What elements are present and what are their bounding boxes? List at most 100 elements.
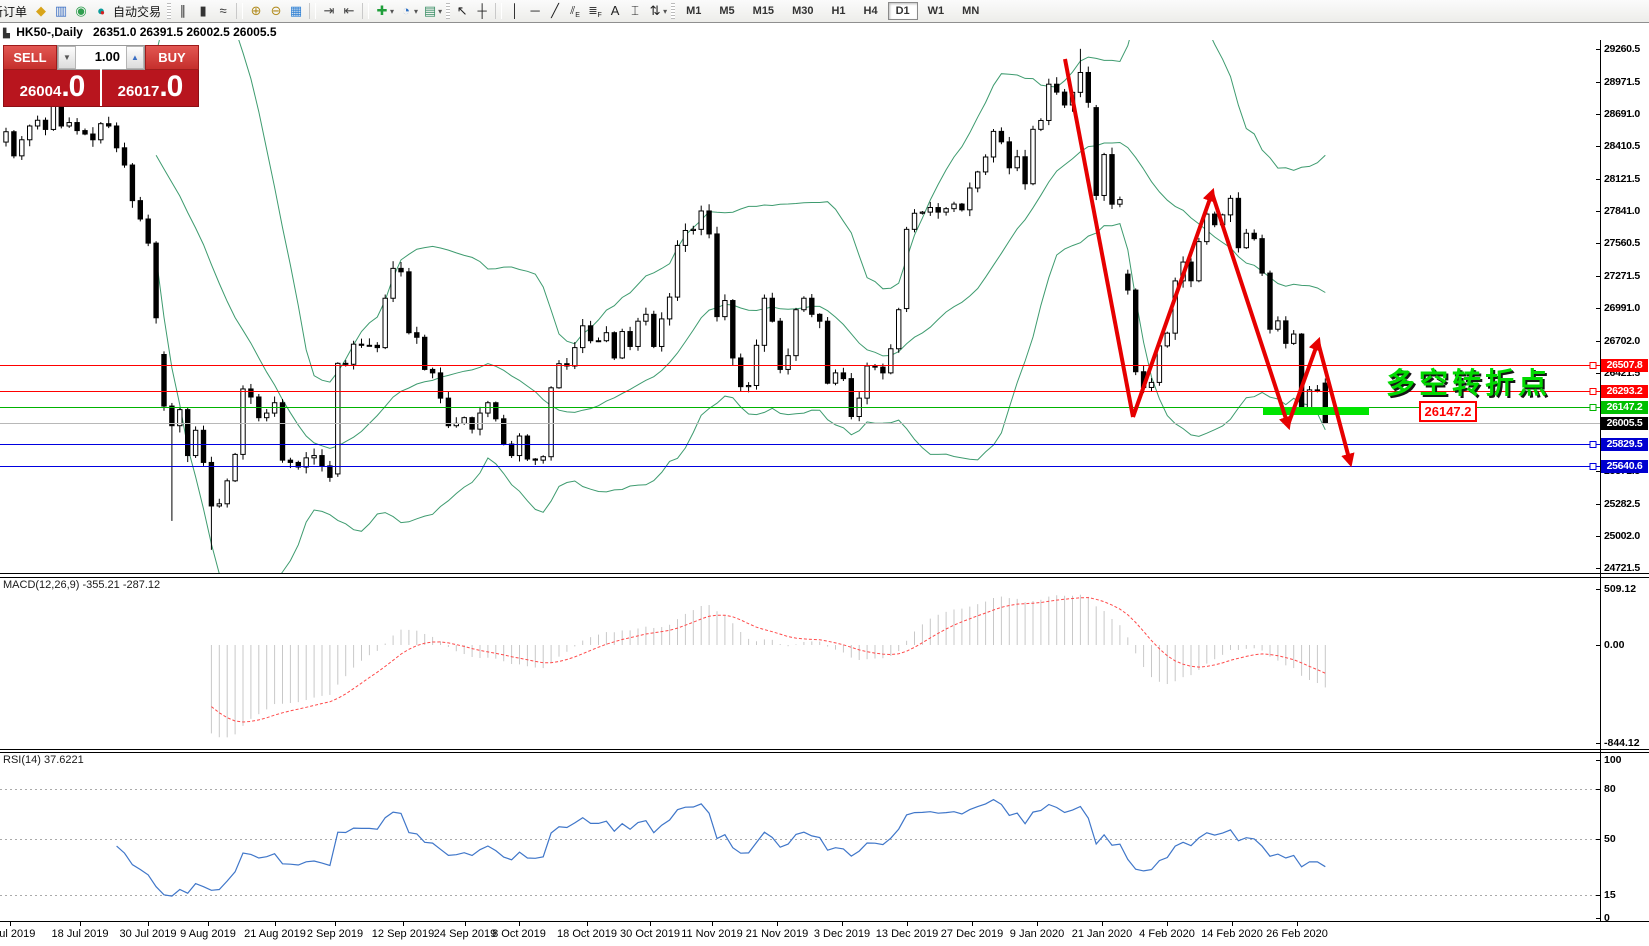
trend-zigzag-segment bbox=[1131, 187, 1216, 418]
support-price-label: 26147.2 bbox=[1419, 401, 1477, 422]
candle-body bbox=[1235, 197, 1242, 249]
candle-body bbox=[730, 300, 736, 359]
candle-body bbox=[1306, 389, 1313, 409]
candle-body bbox=[872, 365, 878, 368]
candle-body bbox=[1101, 154, 1107, 196]
candle-body bbox=[145, 218, 151, 244]
bollinger-middle bbox=[155, 141, 1326, 449]
candle-body bbox=[1212, 213, 1218, 226]
candle-body bbox=[429, 368, 436, 374]
candle-body bbox=[1275, 320, 1281, 330]
buy-button[interactable]: BUY bbox=[145, 45, 199, 70]
candle-body bbox=[540, 456, 546, 461]
candle-body bbox=[690, 228, 696, 231]
candle-body bbox=[990, 130, 997, 158]
candle-body bbox=[113, 125, 120, 149]
candle-body bbox=[793, 309, 799, 357]
candle-body bbox=[58, 105, 64, 127]
candle-body bbox=[587, 325, 594, 342]
candle-body bbox=[674, 244, 681, 298]
candle-body bbox=[350, 343, 357, 365]
candle-body bbox=[216, 503, 223, 507]
candle-body bbox=[1164, 332, 1170, 347]
candle-body bbox=[27, 125, 33, 141]
candle-body bbox=[445, 397, 452, 427]
candle-body bbox=[967, 187, 973, 211]
candle-body bbox=[390, 267, 396, 299]
candle-body bbox=[374, 344, 381, 349]
candle-body bbox=[1148, 381, 1155, 388]
candle-body bbox=[998, 130, 1005, 143]
candle-body bbox=[501, 418, 507, 445]
candle-body bbox=[1314, 389, 1321, 392]
candle-body bbox=[406, 271, 412, 334]
candle-body bbox=[1109, 154, 1115, 205]
candle-body bbox=[1196, 241, 1202, 282]
volume-decrease-button[interactable]: ▼ bbox=[58, 46, 76, 69]
candle-body bbox=[524, 435, 531, 460]
sell-price[interactable]: 26004.0 bbox=[4, 69, 100, 106]
volume-increase-button[interactable]: ▲ bbox=[126, 46, 144, 69]
line-anchor bbox=[1589, 388, 1597, 395]
rsi-line bbox=[116, 798, 1326, 897]
candle-body bbox=[698, 210, 704, 230]
candle-body bbox=[398, 267, 404, 273]
chart-surface[interactable] bbox=[0, 0, 1649, 946]
candle-body bbox=[745, 385, 752, 388]
buy-price[interactable]: 26017.0 bbox=[102, 69, 198, 106]
line-anchor bbox=[1589, 404, 1597, 411]
candle-body bbox=[358, 343, 365, 346]
candle-body bbox=[651, 313, 657, 347]
volume-input[interactable]: 1.00 bbox=[76, 46, 126, 69]
candle-body bbox=[1283, 320, 1289, 344]
candle-body bbox=[106, 123, 112, 127]
candle-body bbox=[777, 320, 783, 370]
candle-body bbox=[580, 325, 586, 349]
candle-body bbox=[572, 347, 578, 367]
candle-body bbox=[801, 297, 807, 311]
candle-body bbox=[666, 296, 673, 320]
support-highlight-bar bbox=[1263, 407, 1369, 415]
one-click-trading-panel: SELL ▼ 1.00 ▲ BUY 26004.0 26017.0 bbox=[3, 45, 199, 107]
candle-body bbox=[185, 409, 191, 457]
rsi-indicator-label: RSI(14) 37.6221 bbox=[3, 754, 84, 766]
candle-body bbox=[943, 208, 949, 213]
candle-body bbox=[880, 366, 886, 374]
sell-button[interactable]: SELL bbox=[3, 45, 57, 70]
candle-body bbox=[722, 300, 728, 318]
mt4-terminal: 新订单 ◆ ▥ ◉ ●● 自动交易 ∥ ▮ ≈ ⊕ ⊖ ▦ ⇥ ⇤ ✚▾ ◔▾ … bbox=[0, 0, 1649, 946]
candle-body bbox=[927, 207, 933, 213]
candle-body bbox=[738, 357, 744, 388]
candle-body bbox=[208, 461, 215, 507]
candle-body bbox=[382, 297, 388, 349]
candle-body bbox=[224, 480, 230, 505]
chart-ohlc-values: 26351.0 26391.5 26002.5 26005.5 bbox=[93, 25, 277, 39]
candle-body bbox=[66, 122, 72, 127]
chart-title: ▙ HK50-,Daily 26351.0 26391.5 26002.5 26… bbox=[3, 25, 277, 39]
candle-body bbox=[248, 388, 254, 398]
candle-body bbox=[769, 297, 775, 322]
candle-body bbox=[532, 458, 538, 461]
candle-body bbox=[366, 344, 373, 347]
candle-body bbox=[935, 207, 941, 213]
candle-body bbox=[643, 313, 649, 322]
candle-body bbox=[1133, 289, 1139, 373]
candle-body bbox=[611, 332, 617, 359]
rsi-value: 37.6221 bbox=[43, 754, 84, 766]
candle-body bbox=[90, 133, 96, 141]
candle-body bbox=[1204, 213, 1210, 243]
candle-body bbox=[1322, 382, 1328, 424]
candle-body bbox=[264, 412, 270, 419]
candle-body bbox=[824, 320, 831, 384]
candle-body bbox=[975, 171, 981, 189]
candle-body bbox=[951, 203, 957, 210]
candle-body bbox=[682, 229, 689, 246]
candle-body bbox=[603, 332, 610, 342]
trend-zigzag-segment bbox=[1210, 192, 1292, 431]
candle-body bbox=[864, 365, 870, 399]
candle-body bbox=[1093, 107, 1099, 196]
candle-body bbox=[319, 455, 325, 467]
candle-body bbox=[1022, 156, 1028, 185]
main-pane bbox=[3, 40, 1328, 573]
macd-signal-line bbox=[211, 597, 1326, 723]
